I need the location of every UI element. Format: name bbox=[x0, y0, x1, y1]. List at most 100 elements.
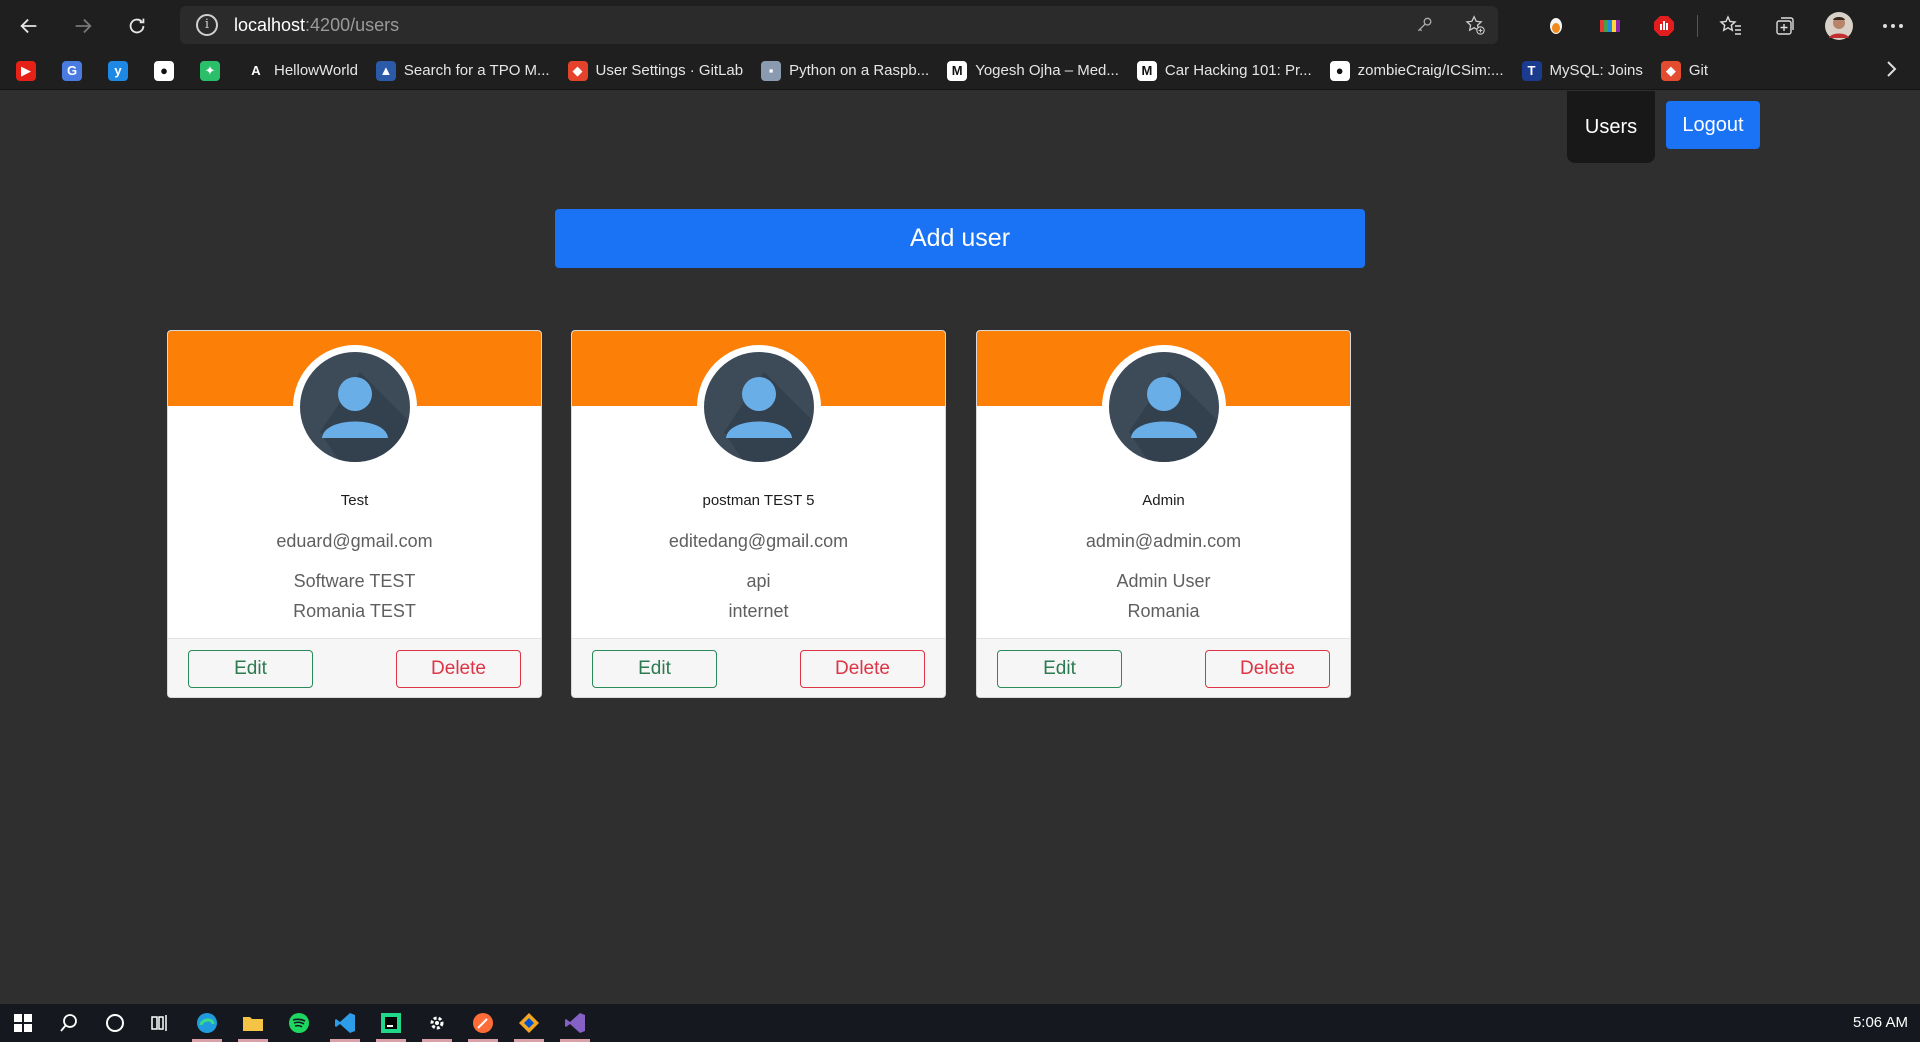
bookmark-label: Git bbox=[1688, 62, 1709, 79]
bookmark-item[interactable]: T MySQL: Joins bbox=[1521, 60, 1643, 81]
back-button[interactable] bbox=[4, 6, 54, 46]
add-favorite-icon[interactable] bbox=[1462, 12, 1488, 38]
extension-orange-icon[interactable] bbox=[1529, 0, 1583, 52]
leaf-icon: ✦ bbox=[200, 60, 220, 81]
bookmark-item[interactable]: ● bbox=[154, 60, 182, 81]
cortana-icon[interactable] bbox=[92, 1004, 138, 1042]
user-avatar-icon bbox=[1102, 345, 1226, 469]
bookmark-item[interactable]: M Car Hacking 101: Pr... bbox=[1136, 60, 1312, 81]
windows-taskbar: 5:06 AM bbox=[0, 1004, 1920, 1042]
user-email: eduard@gmail.com bbox=[276, 531, 433, 551]
toolbar-separator bbox=[1697, 15, 1698, 37]
visual-studio-icon[interactable] bbox=[552, 1004, 598, 1042]
bookmark-item[interactable]: ◆ User Settings · GitLab bbox=[567, 60, 744, 81]
bookmark-label: Search for a TPO M... bbox=[403, 62, 550, 79]
windows-start-icon[interactable] bbox=[0, 1004, 46, 1042]
delete-button[interactable]: Delete bbox=[1205, 650, 1330, 688]
nav-users-link[interactable]: Users bbox=[1567, 91, 1655, 163]
key-icon[interactable] bbox=[1412, 12, 1438, 38]
search-icon[interactable] bbox=[46, 1004, 92, 1042]
browser-titlebar: i localhost:4200/users bbox=[0, 0, 1920, 52]
extension-colorbars-icon[interactable] bbox=[1583, 0, 1637, 52]
collections-icon[interactable] bbox=[1758, 0, 1812, 52]
git-icon: ◆ bbox=[1660, 60, 1681, 81]
bookmark-label: User Settings · GitLab bbox=[595, 62, 744, 79]
taskbar-clock: 5:06 AM bbox=[1852, 1014, 1908, 1031]
thumbnail-icon: ▪ bbox=[761, 60, 782, 81]
user-email: admin@admin.com bbox=[1085, 531, 1242, 551]
bookmark-item[interactable]: y bbox=[108, 60, 136, 81]
bookmark-label: Car Hacking 101: Pr... bbox=[1164, 62, 1312, 79]
bookmark-item[interactable]: ▲ Search for a TPO M... bbox=[375, 60, 550, 81]
favorites-icon[interactable] bbox=[1704, 0, 1758, 52]
refresh-icon bbox=[129, 18, 145, 34]
edge-icon[interactable] bbox=[184, 1004, 230, 1042]
task-view-icon[interactable] bbox=[138, 1004, 184, 1042]
pycharm-icon[interactable] bbox=[368, 1004, 414, 1042]
user-country: Romania bbox=[1127, 601, 1200, 621]
address-bar[interactable]: i localhost:4200/users bbox=[180, 6, 1498, 44]
bookmark-item[interactable]: G bbox=[62, 60, 90, 81]
edit-button[interactable]: Edit bbox=[188, 650, 313, 688]
add-user-button[interactable]: Add user bbox=[555, 209, 1365, 268]
a-icon: A bbox=[246, 60, 266, 81]
user-job: Software TEST bbox=[293, 571, 416, 591]
user-job: Admin User bbox=[1116, 571, 1211, 591]
postman-icon[interactable] bbox=[460, 1004, 506, 1042]
refresh-button[interactable] bbox=[112, 6, 162, 46]
users-page: Users Logout Add user Test eduard@gmail.c… bbox=[0, 91, 1920, 1004]
delete-button[interactable]: Delete bbox=[396, 650, 521, 688]
user-country: Romania TEST bbox=[293, 601, 416, 621]
user-card: Admin admin@admin.com Admin User Romania Edi… bbox=[976, 330, 1351, 698]
user-avatar-icon bbox=[293, 345, 417, 469]
medium-icon: M bbox=[947, 60, 968, 81]
bookmarks-bar: ▶ Gy ● ✦ A HellowWorld ▲ Search for a TPO M... ◆… bbox=[0, 52, 1920, 90]
youtube-icon: ▶ bbox=[16, 60, 36, 81]
user-email: editedang@gmail.com bbox=[668, 531, 849, 551]
bookmark-item[interactable]: ▪ Python on a Raspb... bbox=[761, 60, 930, 81]
medium-icon: M bbox=[1136, 60, 1157, 81]
delete-button[interactable]: Delete bbox=[800, 650, 925, 688]
github-icon: ● bbox=[1329, 60, 1350, 81]
spotify-icon[interactable] bbox=[276, 1004, 322, 1042]
logout-button[interactable]: Logout bbox=[1666, 101, 1760, 149]
card-footer: Edit Delete bbox=[168, 638, 541, 697]
more-options-icon[interactable] bbox=[1866, 0, 1920, 52]
user-card: postman TEST 5 editedang@gmail.com api inte… bbox=[571, 330, 946, 698]
forward-button[interactable] bbox=[58, 6, 108, 46]
chevron-right-icon[interactable] bbox=[1886, 60, 1898, 83]
settings-gear-icon[interactable] bbox=[414, 1004, 460, 1042]
profile-avatar[interactable] bbox=[1812, 0, 1866, 52]
bookmark-item[interactable]: A HellowWorld bbox=[246, 60, 358, 81]
bookmark-item[interactable]: ▶ bbox=[16, 60, 44, 81]
sourcetree-icon[interactable] bbox=[506, 1004, 552, 1042]
user-job: api bbox=[746, 571, 771, 591]
github-icon: ● bbox=[154, 60, 174, 81]
card-footer: Edit Delete bbox=[977, 638, 1350, 697]
user-name: Test bbox=[340, 492, 369, 509]
edit-button[interactable]: Edit bbox=[997, 650, 1122, 688]
arrow-right-icon bbox=[75, 18, 92, 34]
user-avatar-icon bbox=[697, 345, 821, 469]
card-footer: Edit Delete bbox=[572, 638, 945, 697]
bookmark-item[interactable]: ✦ bbox=[200, 60, 228, 81]
bookmark-label: zombieCraig/ICSim:... bbox=[1357, 62, 1504, 79]
bookmark-item[interactable]: M Yogesh Ojha – Med... bbox=[947, 60, 1119, 81]
vscode-icon[interactable] bbox=[322, 1004, 368, 1042]
file-explorer-icon[interactable] bbox=[230, 1004, 276, 1042]
arrow-left-icon bbox=[20, 18, 37, 34]
gitlab-icon: ◆ bbox=[567, 60, 588, 81]
user-name: postman TEST 5 bbox=[702, 492, 815, 509]
bookmark-label: Python on a Raspb... bbox=[789, 62, 930, 79]
user-country: internet bbox=[728, 601, 789, 621]
bookmark-item[interactable]: ● zombieCraig/ICSim:... bbox=[1329, 60, 1504, 81]
user-name: Admin bbox=[1142, 492, 1185, 509]
translate-icon: G bbox=[62, 60, 82, 81]
url-text: localhost:4200/users bbox=[234, 14, 400, 35]
bookmark-item[interactable]: ◆ Git bbox=[1660, 60, 1709, 81]
bookmark-label: Yogesh Ojha – Med... bbox=[975, 62, 1119, 79]
extension-adblock-icon[interactable] bbox=[1637, 0, 1691, 52]
mountain-icon: ▲ bbox=[375, 60, 396, 81]
site-info-icon[interactable]: i bbox=[196, 14, 218, 36]
edit-button[interactable]: Edit bbox=[592, 650, 717, 688]
